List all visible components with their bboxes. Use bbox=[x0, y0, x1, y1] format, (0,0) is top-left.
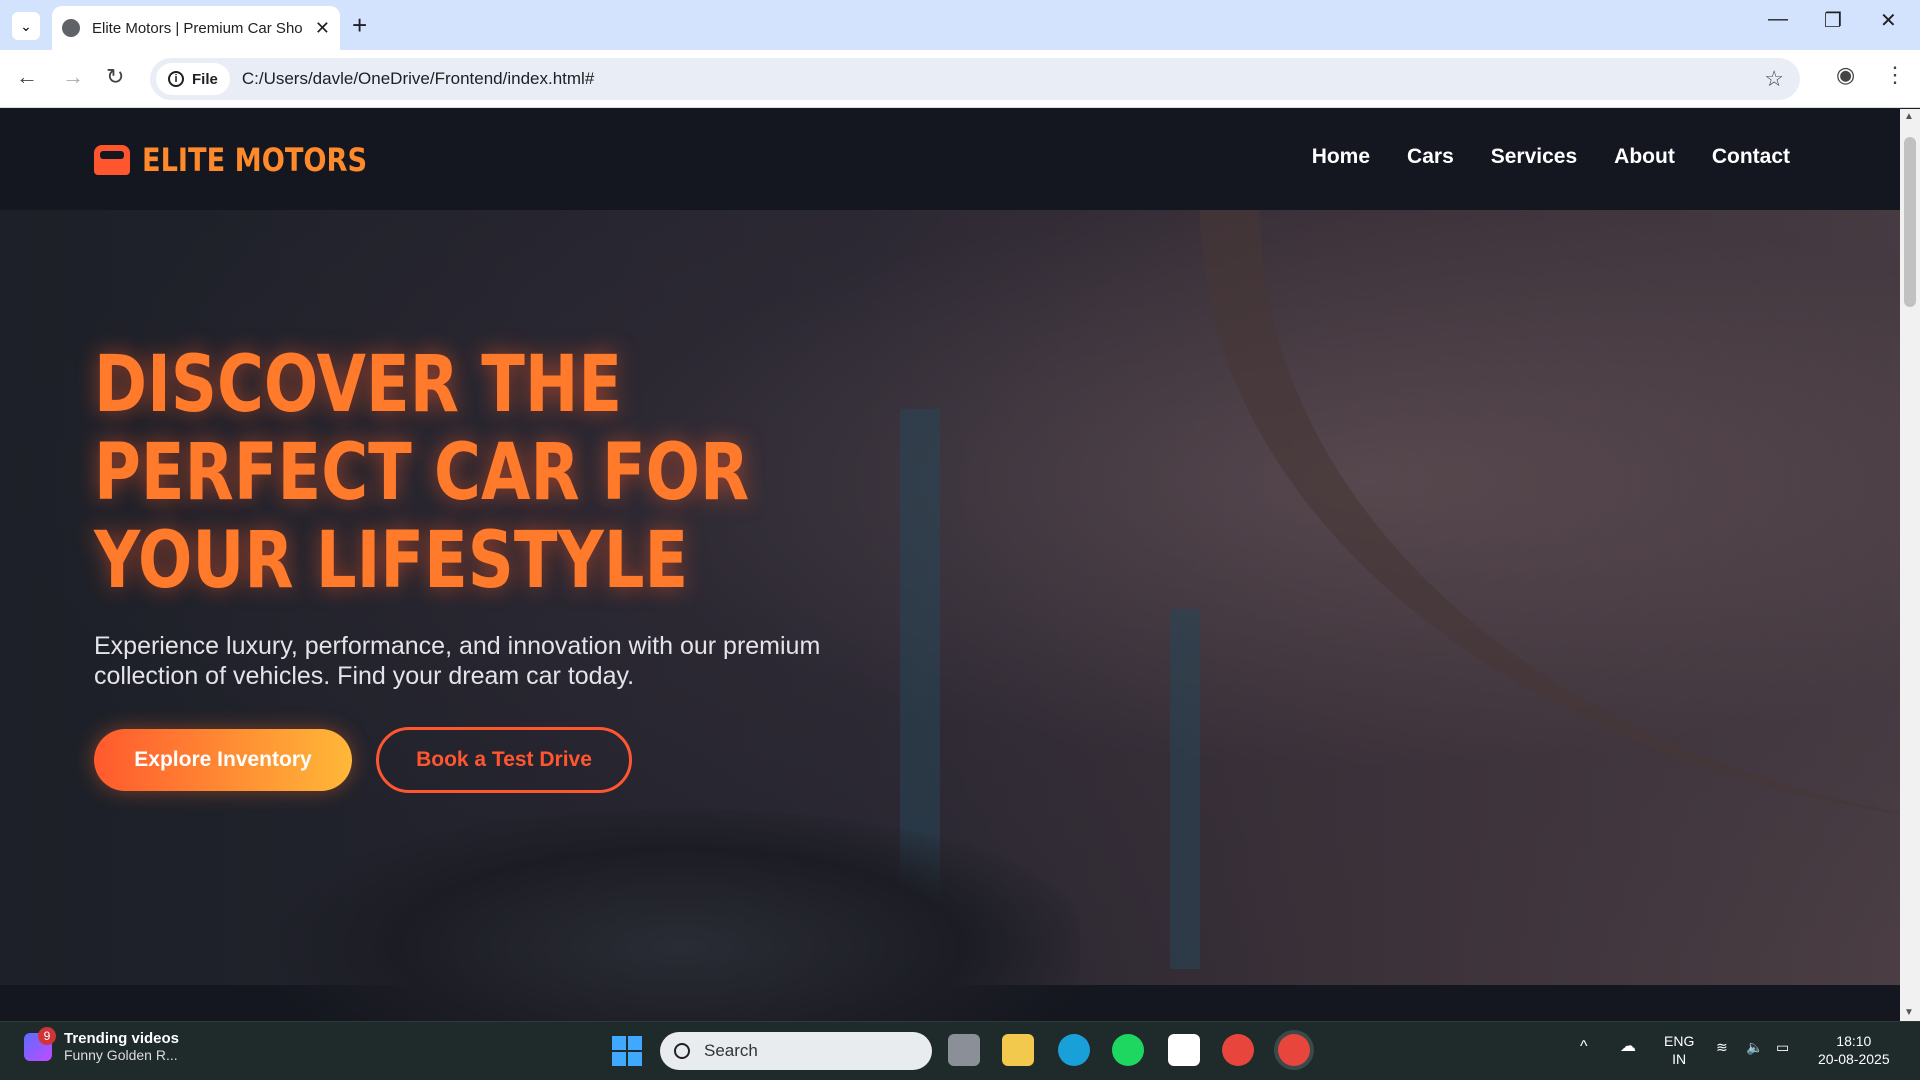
browser-tabbar: ⌄ Elite Motors | Premium Car Sho ✕ + — ❐… bbox=[0, 0, 1920, 50]
hero-title: DISCOVER THE PERFECT CAR FOR YOUR LIFEST… bbox=[94, 340, 750, 606]
browser-tab[interactable]: Elite Motors | Premium Car Sho ✕ bbox=[52, 6, 340, 50]
app-w-icon[interactable] bbox=[1168, 1034, 1200, 1066]
tab-title: Elite Motors | Premium Car Sho bbox=[92, 19, 303, 37]
tray-chevron-icon[interactable]: ^ bbox=[1580, 1038, 1588, 1056]
nav-about[interactable]: About bbox=[1614, 145, 1675, 169]
widget-subtitle: Funny Golden R... bbox=[64, 1047, 178, 1063]
chrome-icon[interactable] bbox=[1222, 1034, 1254, 1066]
site-navbar: ELITE MOTORS Home Cars Services About Co… bbox=[0, 109, 1900, 210]
reload-button[interactable]: ↻ bbox=[106, 64, 124, 90]
nav-contact[interactable]: Contact bbox=[1712, 145, 1790, 169]
car-icon bbox=[94, 145, 130, 175]
restore-button[interactable]: ❐ bbox=[1824, 8, 1842, 33]
edge-icon[interactable] bbox=[1058, 1034, 1090, 1066]
nav-cars[interactable]: Cars bbox=[1407, 145, 1454, 169]
start-button[interactable] bbox=[612, 1036, 642, 1066]
file-explorer-icon[interactable] bbox=[1002, 1034, 1034, 1066]
region-code: IN bbox=[1672, 1051, 1687, 1067]
language-indicator[interactable]: ENG IN bbox=[1664, 1032, 1694, 1068]
search-icon bbox=[674, 1043, 690, 1059]
taskbar-search[interactable]: Search bbox=[660, 1032, 932, 1070]
search-label: Search bbox=[704, 1041, 758, 1060]
windows-taskbar: 9 Trending videos Funny Golden R... Sear… bbox=[0, 1021, 1920, 1080]
scroll-up-icon[interactable]: ▲ bbox=[1904, 111, 1914, 122]
wifi-icon[interactable]: ≋ bbox=[1716, 1038, 1728, 1056]
globe-icon bbox=[62, 19, 80, 37]
site-info-label: File bbox=[192, 70, 218, 88]
language-code: ENG bbox=[1664, 1033, 1695, 1049]
tab-search-button[interactable]: ⌄ bbox=[12, 12, 40, 40]
scroll-down-icon[interactable]: ▼ bbox=[1904, 1007, 1914, 1018]
widgets-icon: 9 bbox=[24, 1026, 56, 1061]
nav-home[interactable]: Home bbox=[1312, 145, 1370, 169]
close-tab-icon[interactable]: ✕ bbox=[315, 18, 330, 39]
explore-inventory-button[interactable]: Explore Inventory bbox=[94, 729, 352, 791]
task-view-icon[interactable] bbox=[948, 1034, 980, 1066]
volume-icon[interactable]: 🔈 bbox=[1746, 1038, 1763, 1056]
chevron-down-icon: ⌄ bbox=[20, 17, 32, 34]
forward-button[interactable]: → bbox=[62, 64, 84, 90]
info-icon: i bbox=[168, 71, 184, 87]
main-menu: Home Cars Services About Contact bbox=[1312, 145, 1790, 169]
hero-subtitle: Experience luxury, performance, and inno… bbox=[94, 632, 821, 690]
back-button[interactable]: ← bbox=[16, 64, 38, 90]
notification-badge: 9 bbox=[38, 1026, 56, 1045]
battery-icon[interactable]: ▭ bbox=[1776, 1038, 1789, 1056]
new-tab-button[interactable]: + bbox=[352, 10, 367, 41]
close-window-button[interactable]: ✕ bbox=[1880, 8, 1897, 33]
chrome-active-icon[interactable] bbox=[1278, 1034, 1310, 1066]
nav-services[interactable]: Services bbox=[1491, 145, 1577, 169]
site-info-chip[interactable]: i File bbox=[156, 63, 230, 95]
clock[interactable]: 18:10 20-08-2025 bbox=[1818, 1032, 1890, 1068]
address-bar[interactable]: i File C:/Users/davle/OneDrive/Frontend/… bbox=[150, 58, 1800, 100]
web-page: ELITE MOTORS Home Cars Services About Co… bbox=[0, 109, 1900, 1021]
bookmark-star-icon[interactable]: ☆ bbox=[1764, 66, 1784, 92]
clock-date: 20-08-2025 bbox=[1818, 1051, 1890, 1067]
spotify-icon[interactable] bbox=[1112, 1034, 1144, 1066]
site-logo[interactable]: ELITE MOTORS bbox=[94, 141, 407, 179]
widgets-button[interactable]: 9 Trending videos Funny Golden R... bbox=[24, 1026, 180, 1063]
minimize-button[interactable]: — bbox=[1768, 8, 1788, 31]
onedrive-icon[interactable]: ☁ bbox=[1620, 1038, 1636, 1056]
logo-text: ELITE MOTORS bbox=[142, 141, 368, 179]
book-test-drive-button[interactable]: Book a Test Drive bbox=[376, 727, 632, 793]
url-text[interactable]: C:/Users/davle/OneDrive/Frontend/index.h… bbox=[242, 69, 1764, 89]
scrollbar-thumb[interactable] bbox=[1904, 137, 1916, 307]
profile-icon[interactable]: ◉ bbox=[1836, 62, 1855, 88]
bridge-pillar bbox=[1170, 609, 1200, 969]
page-scrollbar[interactable]: ▲ ▼ bbox=[1900, 109, 1920, 1021]
browser-toolbar: ← → ↻ i File C:/Users/davle/OneDrive/Fro… bbox=[0, 50, 1920, 108]
menu-kebab-icon[interactable]: ⋮ bbox=[1884, 62, 1906, 88]
clock-time: 18:10 bbox=[1836, 1033, 1872, 1049]
widget-title: Trending videos bbox=[64, 1030, 180, 1047]
